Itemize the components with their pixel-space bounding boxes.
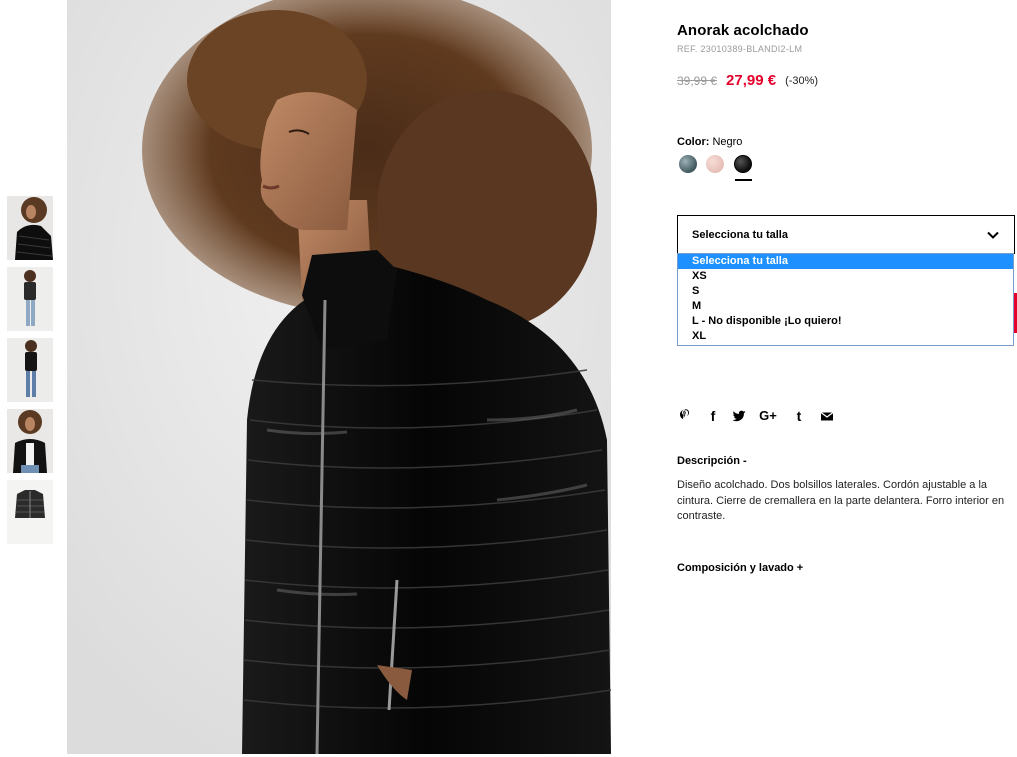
description-text: Diseño acolchado. Dos bolsillos laterale…: [677, 479, 1005, 522]
size-select-value: Selecciona tu talla: [692, 229, 788, 241]
thumbnail-1-image: [7, 196, 53, 260]
tumblr-icon[interactable]: t: [791, 408, 807, 424]
color-value: Negro: [712, 136, 743, 148]
googleplus-icon[interactable]: G+: [757, 408, 779, 424]
facebook-icon[interactable]: f: [705, 408, 721, 424]
chevron-down-icon: [987, 231, 999, 239]
size-dropdown-list: Selecciona tu talla XS S M L - No dispon…: [677, 253, 1014, 346]
swatch-black[interactable]: [734, 155, 752, 173]
thumbnail-strip: [7, 196, 53, 551]
color-label: Color:: [677, 136, 710, 148]
composition-toggle[interactable]: Composición y lavado +: [677, 562, 803, 574]
swatch-pink[interactable]: [706, 155, 724, 173]
color-label-row: Color: Negro: [677, 136, 742, 148]
email-icon[interactable]: [819, 408, 835, 424]
swatch-teal[interactable]: [679, 155, 697, 173]
thumbnail-3[interactable]: [7, 338, 53, 402]
size-option[interactable]: S: [678, 284, 1013, 299]
pinterest-icon[interactable]: [677, 408, 693, 424]
thumbnail-1[interactable]: [7, 196, 53, 260]
discount-badge: (-30%): [785, 74, 819, 87]
product-photo: [67, 0, 611, 754]
thumbnail-2[interactable]: [7, 267, 53, 331]
thumbnail-5[interactable]: [7, 480, 53, 544]
size-option[interactable]: XS: [678, 269, 1013, 284]
product-title: Anorak acolchado: [677, 22, 809, 39]
price-row: 39,99 € 27,99 € (-30%): [677, 72, 818, 90]
thumbnail-5-image: [7, 480, 53, 544]
selected-swatch-indicator: [735, 179, 752, 181]
thumbnail-2-image: [7, 267, 53, 331]
twitter-icon[interactable]: [731, 408, 747, 424]
size-option[interactable]: M: [678, 299, 1013, 314]
thumbnail-4-image: [7, 409, 53, 473]
thumbnail-4[interactable]: [7, 409, 53, 473]
sale-price: 27,99 €: [726, 72, 777, 90]
thumbnail-3-image: [7, 338, 53, 402]
size-option[interactable]: L - No disponible ¡Lo quiero!: [678, 314, 1013, 329]
product-main-image[interactable]: [67, 0, 611, 754]
size-option[interactable]: XL: [678, 329, 1013, 344]
old-price: 39,99 €: [677, 73, 718, 88]
size-select[interactable]: Selecciona tu talla: [677, 215, 1015, 254]
product-ref: REF. 23010389-BLANDI2-LM: [677, 44, 803, 54]
description-toggle[interactable]: Descripción -: [677, 455, 747, 467]
size-option[interactable]: Selecciona tu talla: [678, 254, 1013, 269]
